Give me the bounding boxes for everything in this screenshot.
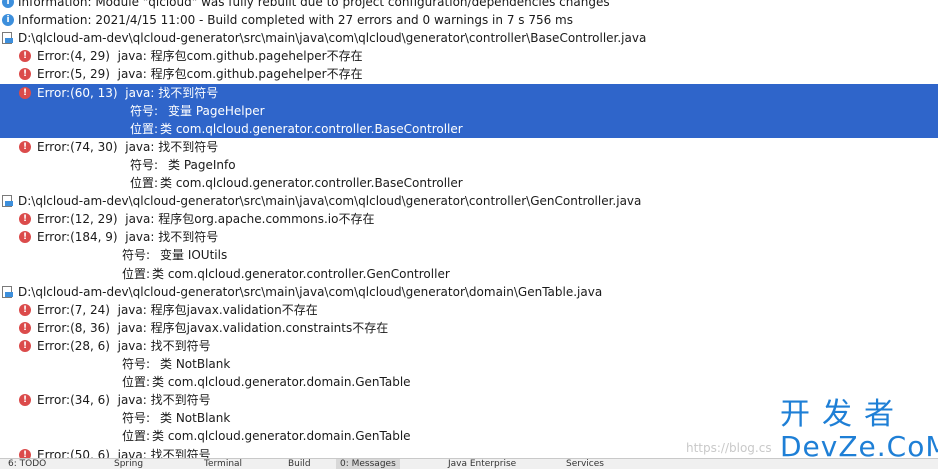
site-logo: 开发者 DevZe.CoM xyxy=(780,397,938,463)
message-text: D:\qlcloud-am-dev\qlcloud-generator\src\… xyxy=(18,194,642,209)
detail-label: 符号: xyxy=(122,411,151,426)
detail-label: 位置: xyxy=(130,121,159,136)
detail-line[interactable]: 位置: 类 com.qlcloud.generator.controller.Ba… xyxy=(0,119,938,138)
message-text: Error:(34, 6) java: 找不到符号 xyxy=(37,393,211,408)
info-icon: i xyxy=(2,14,14,27)
detail-label: 位置: xyxy=(130,176,159,190)
java-file-icon xyxy=(2,285,13,298)
message-row[interactable]: ! Error:(8, 36) java: 程序包javax.validation… xyxy=(0,319,938,337)
message-text: Error:(7, 24) java: 程序包javax.validation不… xyxy=(37,302,318,317)
message-text: Error:(74, 30) java: 找不到符号 xyxy=(37,139,219,154)
error-icon: ! xyxy=(19,448,31,458)
error-icon: ! xyxy=(19,303,31,316)
detail-label: 符号: xyxy=(130,157,159,172)
detail-line[interactable]: 位置: 类 com.qlcloud.generator.controller.Ge… xyxy=(0,265,938,283)
message-row[interactable]: ! Error:(28, 6) java: 找不到符号 xyxy=(0,337,938,355)
error-icon: ! xyxy=(19,213,31,226)
detail-label: 符号: xyxy=(122,248,151,263)
detail-value: 类 NotBlank xyxy=(160,411,231,426)
file-node[interactable]: D:\qlcloud-am-dev\qlcloud-generator\src\… xyxy=(0,283,938,301)
detail-line[interactable]: 符号: 类 NotBlank xyxy=(0,355,938,373)
error-icon: ! xyxy=(19,231,31,244)
detail-value: 变量 PageHelper xyxy=(168,103,265,118)
java-file-icon xyxy=(2,32,13,45)
error-icon: ! xyxy=(19,339,31,352)
error-icon: ! xyxy=(19,140,31,153)
message-row[interactable]: ! Error:(4, 29) java: 程序包com.github.pageh… xyxy=(0,47,938,65)
detail-line[interactable]: 符号: 变量 PageHelper xyxy=(0,101,938,120)
message-text: Information: 2021/4/15 11:00 - Build com… xyxy=(18,13,573,28)
detail-value: 变量 IOUtils xyxy=(160,248,228,263)
message-row[interactable]: i Information: Module "qlcloud" was fully… xyxy=(0,0,938,11)
message-text: Information: Module "qlcloud" was fully … xyxy=(18,0,610,9)
detail-label: 位置: xyxy=(122,266,151,281)
detail-value: 类 PageInfo xyxy=(168,157,236,172)
message-row[interactable]: ! Error:(184, 9) java: 找不到符号 xyxy=(0,228,938,246)
messages-panel[interactable]: i Information: Module "qlcloud" was fully… xyxy=(0,0,938,458)
message-row[interactable]: i Information: 2021/4/15 11:00 - Build co… xyxy=(0,11,938,29)
message-text: D:\qlcloud-am-dev\qlcloud-generator\src\… xyxy=(18,284,603,299)
message-row[interactable]: ! Error:(60, 13) java: 找不到符号 xyxy=(0,83,938,102)
detail-label: 符号: xyxy=(130,103,159,118)
detail-line[interactable]: 符号: 变量 IOUtils xyxy=(0,246,938,264)
file-node[interactable]: D:\qlcloud-am-dev\qlcloud-generator\src\… xyxy=(0,192,938,210)
message-row[interactable]: ! Error:(5, 29) java: 程序包com.github.pageh… xyxy=(0,65,938,83)
error-icon: ! xyxy=(19,394,31,407)
message-text: Error:(8, 36) java: 程序包javax.validation.… xyxy=(37,320,389,335)
message-text: Error:(50, 6) java: 找不到符号 xyxy=(37,447,211,459)
detail-value: 类 com.qlcloud.generator.controller.GenCo… xyxy=(152,266,450,281)
error-icon: ! xyxy=(19,321,31,334)
detail-line[interactable]: 位置: 类 com.qlcloud.generator.domain.GenTab… xyxy=(0,373,938,391)
watermark: https://blog.cs xyxy=(686,441,772,455)
error-icon: ! xyxy=(19,86,31,99)
detail-value: 类 com.qlcloud.generator.domain.GenTable xyxy=(152,375,411,390)
detail-value: 类 com.qlcloud.generator.controller.BaseC… xyxy=(160,121,463,136)
logo-chinese: 开发者 xyxy=(780,397,906,432)
info-icon: i xyxy=(2,0,14,9)
detail-value: 类 com.qlcloud.generator.domain.GenTable xyxy=(152,429,411,444)
detail-label: 位置: xyxy=(122,429,151,444)
logo-english: DevZe.CoM xyxy=(780,430,938,463)
message-text: Error:(12, 29) java: 程序包org.apache.commo… xyxy=(37,212,375,227)
java-file-icon xyxy=(2,195,13,208)
message-row[interactable]: ! Error:(74, 30) java: 找不到符号 xyxy=(0,138,938,156)
error-icon: ! xyxy=(19,68,31,81)
detail-line[interactable]: 符号: 类 PageInfo xyxy=(0,156,938,174)
message-row[interactable]: ! Error:(12, 29) java: 程序包org.apache.comm… xyxy=(0,210,938,228)
message-text: Error:(5, 29) java: 程序包com.github.pagehe… xyxy=(37,67,363,82)
message-text: Error:(28, 6) java: 找不到符号 xyxy=(37,338,211,353)
detail-value: 类 com.qlcloud.generator.controller.BaseC… xyxy=(160,176,463,190)
message-text: Error:(4, 29) java: 程序包com.github.pagehe… xyxy=(37,49,363,64)
detail-label: 符号: xyxy=(122,357,151,371)
file-node[interactable]: D:\qlcloud-am-dev\qlcloud-generator\src\… xyxy=(0,29,938,47)
detail-label: 位置: xyxy=(122,375,151,390)
message-row[interactable]: ! Error:(7, 24) java: 程序包javax.validation… xyxy=(0,301,938,319)
message-text: D:\qlcloud-am-dev\qlcloud-generator\src\… xyxy=(18,31,647,46)
error-icon: ! xyxy=(19,50,31,63)
message-text: Error:(60, 13) java: 找不到符号 xyxy=(37,85,219,100)
message-text: Error:(184, 9) java: 找不到符号 xyxy=(37,230,219,245)
detail-value: 类 NotBlank xyxy=(160,357,231,371)
detail-line[interactable]: 位置: 类 com.qlcloud.generator.controller.Ba… xyxy=(0,174,938,192)
